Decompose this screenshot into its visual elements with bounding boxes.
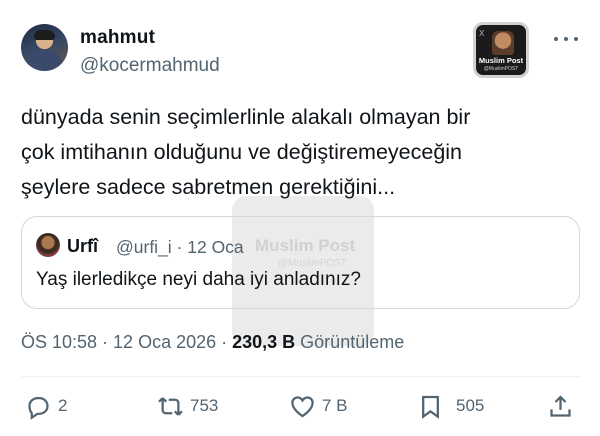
- quoted-text: Yaş ilerledikçe neyi daha iyi anladınız?: [36, 269, 361, 290]
- dot: [564, 37, 568, 41]
- share-icon: [550, 394, 571, 417]
- tweet-text-line: şeylere sadece sabretmen gerektiğini...: [21, 175, 396, 199]
- dot: [554, 37, 558, 41]
- tweet-text-line: çok imtihanın olduğunu ve değiştiremeyec…: [21, 140, 463, 164]
- view-count: 230,3 B: [232, 332, 296, 352]
- bookmark-icon: [422, 395, 439, 419]
- author-name[interactable]: mahmut: [80, 27, 155, 49]
- views-label: Görüntüleme: [295, 332, 405, 352]
- dot: [574, 37, 578, 41]
- repost-button[interactable]: 753: [157, 392, 218, 420]
- author-handle[interactable]: @kocermahmud: [80, 55, 220, 77]
- author-avatar[interactable]: [21, 24, 68, 71]
- tweet-text: dünyada senin seçimlerlinle alakalı olma…: [21, 100, 581, 205]
- quoted-handle-date: @urfi_i · 12 Oca: [116, 237, 244, 257]
- muslim-post-badge: X Muslim Post @MuslimPOST: [473, 22, 529, 78]
- tweet-meta: ÖS 10:58 · 12 Oca 2026 · 230,3 B Görüntü…: [21, 332, 404, 353]
- badge-subtitle: @MuslimPOST: [483, 66, 519, 72]
- reply-icon: [28, 396, 49, 420]
- timestamp[interactable]: ÖS 10:58 · 12 Oca 2026 ·: [21, 332, 232, 352]
- like-count: 7 B: [322, 396, 348, 415]
- quoted-name: Urfî: [67, 236, 98, 256]
- badge-title: Muslim Post: [478, 56, 524, 65]
- heart-icon: [291, 395, 314, 417]
- divider: [21, 376, 580, 377]
- quoted-avatar: [36, 233, 60, 257]
- repost-count: 753: [190, 396, 219, 415]
- reply-count: 2: [58, 396, 68, 415]
- tweet-card: mahmut @kocermahmud X Muslim Post @Musli…: [0, 0, 600, 436]
- badge-photo: [492, 31, 514, 55]
- reply-button[interactable]: 2: [25, 392, 67, 420]
- share-button[interactable]: [547, 392, 574, 420]
- bookmark-button[interactable]: 505: [417, 392, 484, 420]
- tweet-text-line: dünyada senin seçimlerlinle alakalı olma…: [21, 105, 471, 129]
- bookmark-count: 505: [456, 396, 485, 415]
- badge-x-label: X: [479, 29, 485, 38]
- repost-icon: [158, 396, 183, 416]
- like-button[interactable]: 7 B: [289, 392, 348, 420]
- more-dots-icon[interactable]: [554, 34, 578, 44]
- quoted-tweet[interactable]: Urfî @urfi_i · 12 Oca Yaş ilerledikçe ne…: [21, 216, 580, 309]
